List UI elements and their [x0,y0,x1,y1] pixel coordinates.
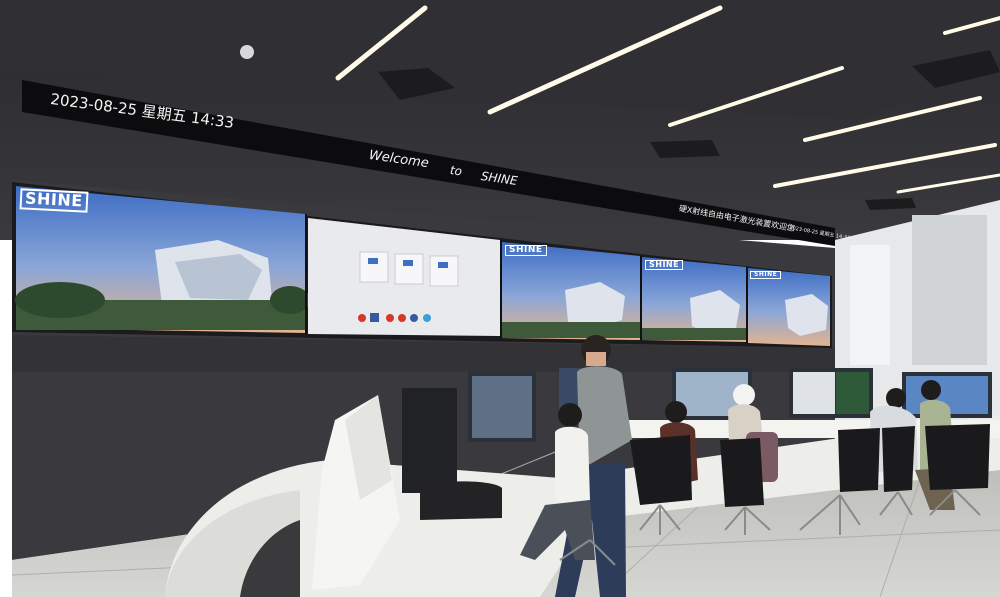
smoke-detector [240,45,254,59]
person-seated [665,401,687,423]
monitor [402,388,457,493]
shine-logo: SHINE [19,188,89,213]
person-seated [886,388,906,408]
perforated-panel [912,215,987,365]
person-seated [921,380,941,400]
person-hard-hat [733,384,755,406]
shine-logo: SHINE [750,271,782,280]
ceiling-vent [650,140,720,158]
shine-logo: SHINE [505,245,547,257]
ceiling-vent [865,198,916,210]
person-seated [558,403,582,427]
bag [420,481,502,520]
control-room-photo: 2023-08-25 星期五 14:33 Welcome to SHINE 硬X… [0,0,1000,597]
scene-illustration [0,0,1000,597]
ticker-to: to [449,163,463,179]
shine-logo: SHINE [645,260,684,271]
